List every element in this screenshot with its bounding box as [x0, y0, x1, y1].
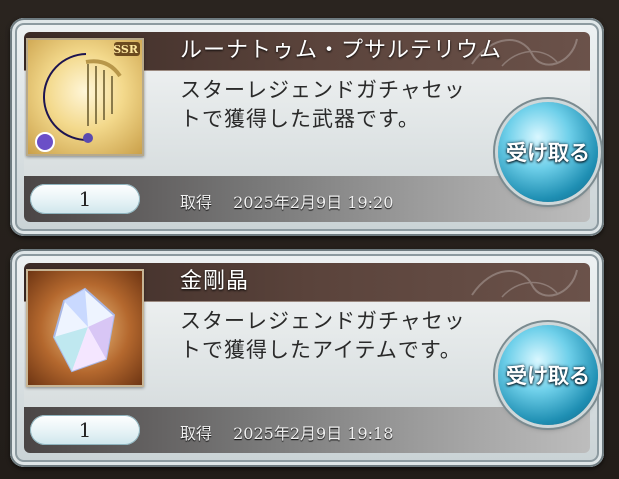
- acquired-info: 取得 2025年2月9日 19:20: [180, 189, 393, 213]
- quantity-badge: 1: [30, 184, 140, 214]
- receive-button[interactable]: 受け取る: [498, 325, 598, 425]
- reward-card: 金剛晶 スターレジェンドガチャセットで獲得したアイテムです。 1 取得 2025…: [10, 249, 604, 467]
- weapon-harp-icon: [35, 42, 140, 152]
- quantity-badge: 1: [30, 415, 140, 445]
- reward-title: 金剛晶: [180, 269, 250, 294]
- reward-description: スターレジェンドガチャセットで獲得した武器です。: [180, 78, 466, 131]
- reward-description: スターレジェンドガチャセットで獲得したアイテムです。: [180, 309, 466, 362]
- acquired-label: 取得: [180, 424, 213, 443]
- ornament-icon: [471, 269, 578, 298]
- rarity-badge: SSR: [113, 43, 138, 56]
- item-thumbnail: [26, 269, 144, 387]
- reward-footer: 1 取得 2025年2月9日 19:18: [24, 407, 590, 453]
- reward-title: ルーナトゥム・プサルテリウム: [180, 38, 503, 63]
- acquired-time: 2025年2月9日 19:18: [233, 424, 394, 443]
- acquired-info: 取得 2025年2月9日 19:18: [180, 420, 393, 444]
- acquired-label: 取得: [180, 193, 213, 212]
- reward-card: ルーナトゥム・プサルテリウム SSR スターレジェンドガチャセットで獲得した武器…: [10, 18, 604, 236]
- receive-button[interactable]: 受け取る: [498, 102, 598, 202]
- acquired-time: 2025年2月9日 19:20: [233, 193, 394, 212]
- weapon-thumbnail: SSR: [26, 38, 144, 156]
- reward-footer: 1 取得 2025年2月9日 19:20: [24, 176, 590, 222]
- crystal-gem-icon: [52, 287, 116, 373]
